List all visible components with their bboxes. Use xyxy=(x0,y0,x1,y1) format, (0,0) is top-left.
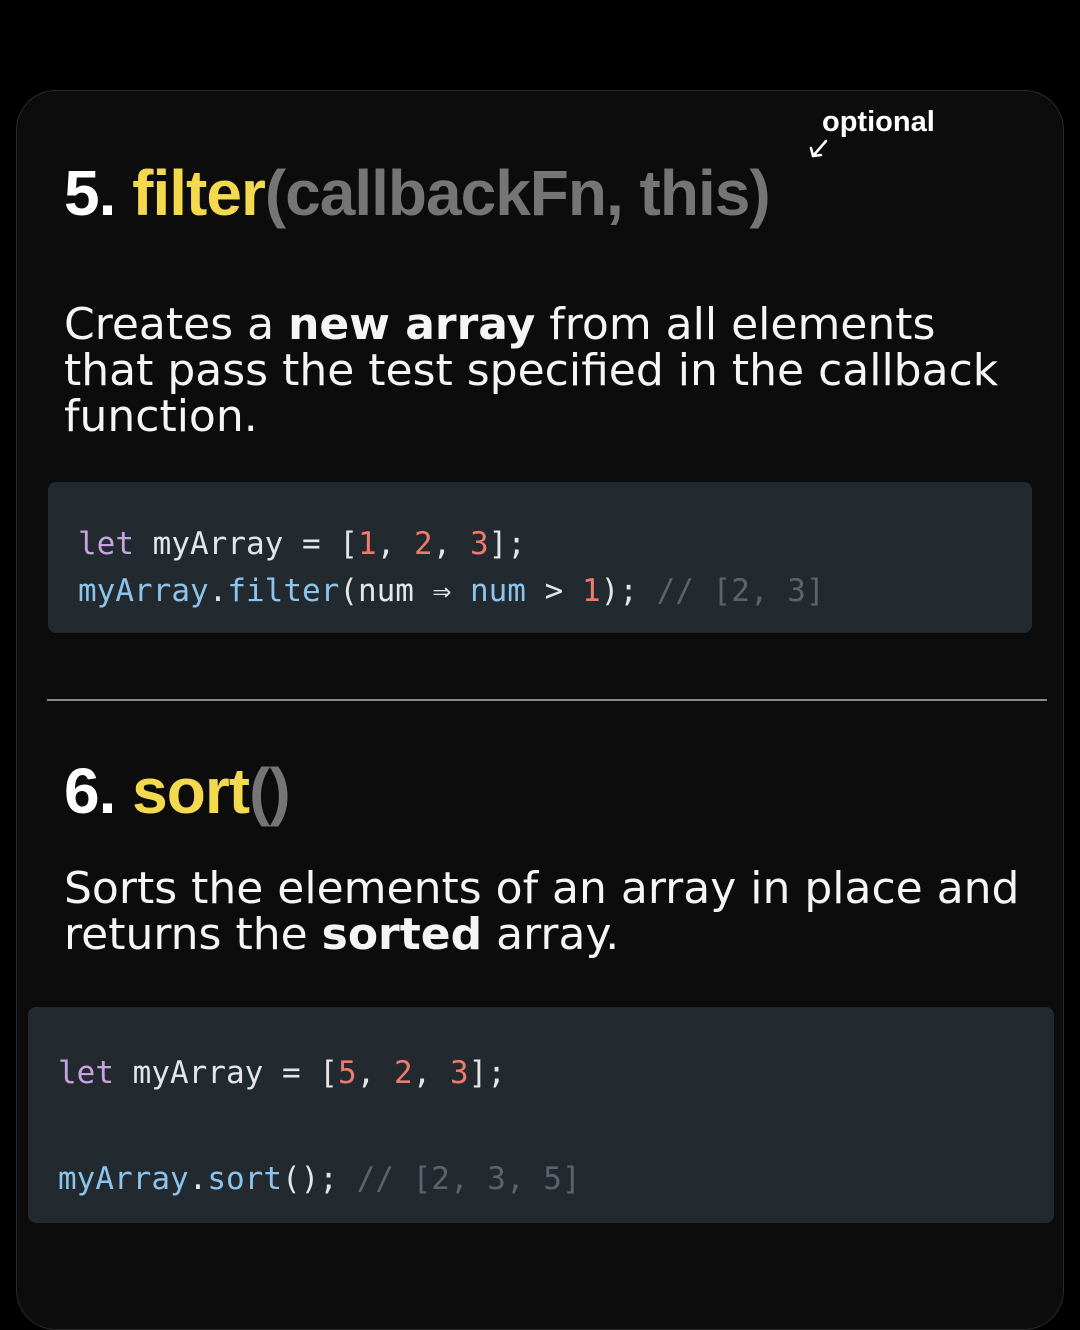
code-block-sort: let myArray = [5, 2, 3]; myArray.sort();… xyxy=(28,1007,1054,1223)
section-divider xyxy=(47,699,1047,701)
code-line: myArray.sort(); // [2, 3, 5] xyxy=(58,1161,581,1197)
code-line: let myArray = [1, 2, 3]; xyxy=(78,526,526,562)
optional-annotation: optional xyxy=(822,106,935,138)
code-line: let myArray = [5, 2, 3]; xyxy=(58,1055,506,1091)
section-number: 5. xyxy=(64,157,116,229)
code-block-filter: let myArray = [1, 2, 3]; myArray.filter(… xyxy=(48,482,1032,633)
section-title-sort: 6. sort() xyxy=(64,754,291,828)
section-description-filter: Creates a new array from all elements th… xyxy=(64,299,999,442)
arrow-icon xyxy=(809,139,828,158)
method-name: filter xyxy=(132,157,266,229)
section-title-filter: 5. filter(callbackFn, this) xyxy=(64,156,771,230)
section-description-sort: Sorts the elements of an array in place … xyxy=(64,863,1020,960)
method-args: (callbackFn, this) xyxy=(264,157,771,229)
method-args: () xyxy=(249,755,291,827)
emphasis: new array xyxy=(288,299,536,350)
method-name: sort xyxy=(132,755,250,827)
section-number: 6. xyxy=(64,755,116,827)
emphasis: sorted xyxy=(321,909,483,960)
code-line: myArray.filter(num ⇒ num > 1); // [2, 3] xyxy=(78,573,825,609)
